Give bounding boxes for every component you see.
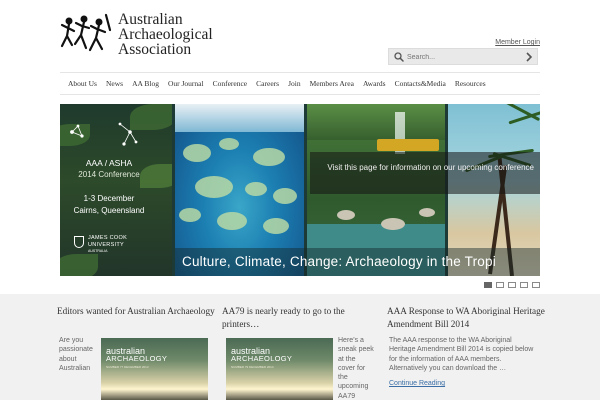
article-excerpt: Are you passionate about Australian (59, 336, 99, 373)
excerpt-line: sneak peek (338, 346, 374, 354)
slider-dot-3[interactable] (508, 282, 516, 288)
article-title[interactable]: Editors wanted for Australian Archaeolog… (57, 305, 217, 318)
search-input[interactable] (407, 50, 517, 64)
excerpt-line: AA79 (338, 392, 356, 400)
slider-dot-1[interactable] (484, 282, 492, 288)
thumb-line-2: ARCHAEOLOGY (231, 354, 293, 363)
jcu-line-3: AUSTRALIA (88, 249, 108, 253)
hero-slider[interactable]: AAA / ASHA 2014 Conference 1-3 December … (60, 104, 540, 276)
conference-panel: AAA / ASHA 2014 Conference 1-3 December … (60, 104, 172, 276)
excerpt-line: The AAA response to the WA Aboriginal (389, 337, 512, 344)
excerpt-line: at the (338, 355, 356, 363)
slide-overlay: Visit this page for information on our u… (310, 152, 540, 194)
nav-item-awards[interactable]: Awards (363, 79, 386, 88)
slide-caption: Culture, Climate, Change: Archaeology in… (182, 254, 496, 269)
excerpt-line: for the information of AAA members. (389, 355, 502, 363)
nav-item-news[interactable]: News (106, 79, 123, 88)
thumb-line-3: NUMBER 79 DECEMBER 2014 (231, 365, 274, 369)
site-logo[interactable]: Australian Archaeological Association (60, 12, 230, 64)
conference-dates: 1-3 December (83, 194, 135, 203)
nav-item-about-us[interactable]: About Us (68, 79, 97, 88)
slider-pagination (484, 282, 540, 288)
logo-line-2: Archaeological (118, 26, 213, 43)
article-excerpt: Here’s a sneak peek at the cover for the… (338, 336, 382, 400)
excerpt-line: the (338, 374, 348, 382)
excerpt-line: Australian (59, 364, 91, 372)
chevron-right-icon[interactable] (525, 52, 533, 62)
excerpt-line: about (59, 355, 77, 363)
journal-cover-thumbnail[interactable]: australian ARCHAEOLOGY NUMBER 79 DECEMBE… (226, 338, 333, 400)
nav-item-careers[interactable]: Careers (256, 79, 279, 88)
conference-place: Cairns, Queensland (73, 206, 145, 215)
main-navigation: About Us News AA Blog Our Journal Confer… (60, 72, 540, 95)
excerpt-line: upcoming (338, 383, 369, 391)
jcu-line-2: UNIVERSITY (88, 242, 125, 248)
article-title[interactable]: AAA Response to WA Aboriginal Heritage A… (387, 305, 547, 331)
nav-item-aa-blog[interactable]: AA Blog (132, 79, 159, 88)
conference-subtitle: 2014 Conference (78, 170, 140, 179)
slider-dot-2[interactable] (496, 282, 504, 288)
continue-reading-link[interactable]: Continue Reading (389, 380, 445, 387)
nav-item-contacts-media[interactable]: Contacts&Media (395, 79, 446, 88)
nav-item-members-area[interactable]: Members Area (310, 79, 354, 88)
journal-cover-thumbnail[interactable]: australian ARCHAEOLOGY NUMBER 77 DECEMBE… (101, 338, 208, 400)
logo-wordmark: Australian Archaeological Association (118, 11, 213, 58)
nav-item-join[interactable]: Join (288, 79, 301, 88)
excerpt-line: Here’s a (338, 337, 364, 344)
article-title[interactable]: AA79 is nearly ready to go to the printe… (222, 305, 382, 331)
conference-title: AAA / ASHA (85, 158, 133, 168)
excerpt-line: Alternatively you can download the … (389, 364, 507, 372)
nav-item-conference[interactable]: Conference (213, 79, 248, 88)
jcu-crest-icon (74, 236, 84, 248)
nav-item-our-journal[interactable]: Our Journal (168, 79, 204, 88)
jcu-line-1: JAMES COOK (88, 235, 128, 241)
logo-line-1: Australian (118, 11, 183, 28)
search-icon (394, 52, 404, 62)
search-box[interactable] (388, 48, 538, 65)
excerpt-line: passionate (59, 346, 93, 354)
news-articles: Editors wanted for Australian Archaeolog… (0, 294, 600, 400)
jcu-logo: JAMES COOK UNIVERSITY AUSTRALIA (74, 234, 144, 256)
slide-overlay-text[interactable]: Visit this page for information on our u… (318, 162, 534, 173)
excerpt-line: Heritage Amendment Bill 2014 is copied b… (389, 346, 534, 354)
slider-dot-5[interactable] (532, 282, 540, 288)
slider-dot-4[interactable] (520, 282, 528, 288)
member-login-link[interactable]: Member Login (495, 39, 540, 46)
article-excerpt: The AAA response to the WA Aboriginal He… (389, 336, 549, 373)
thumb-line-2: ARCHAEOLOGY (106, 354, 168, 363)
excerpt-line: Are you (59, 337, 84, 344)
excerpt-line: cover for (338, 364, 366, 372)
thumb-line-3: NUMBER 77 DECEMBER 2013 (106, 365, 149, 369)
nav-item-resources[interactable]: Resources (455, 79, 486, 88)
logo-line-3: Association (118, 41, 192, 58)
dancing-figures-logo-icon (60, 13, 112, 52)
